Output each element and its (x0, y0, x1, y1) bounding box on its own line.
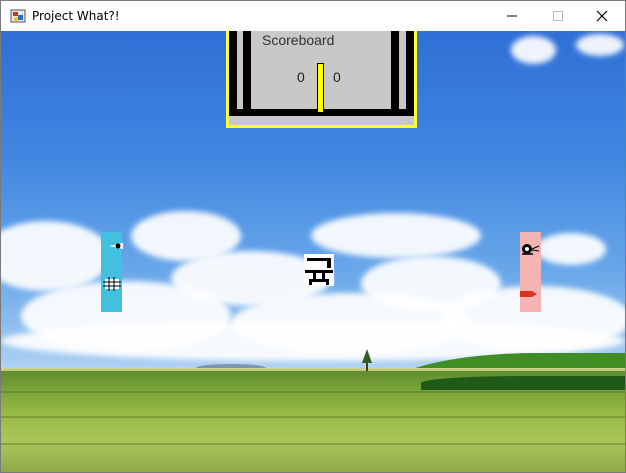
window-title: Project What?! (32, 9, 120, 23)
maximize-icon (553, 11, 563, 21)
close-button[interactable] (579, 1, 625, 31)
flag-icon (520, 291, 537, 297)
eye-icon (109, 243, 123, 249)
close-icon (596, 10, 608, 22)
cloud (311, 213, 481, 258)
crosshair-icon (103, 277, 121, 291)
scoreboard-wall-inner-left (243, 31, 251, 115)
ball (304, 254, 334, 286)
tree-icon (362, 349, 372, 371)
hill-shadow (421, 376, 625, 390)
minimize-icon (507, 15, 517, 17)
cloud (1, 221, 111, 291)
scoreboard-panel: Scoreboard 0 0 (229, 31, 414, 125)
minimize-button[interactable] (489, 1, 535, 31)
grass-streak (1, 443, 625, 445)
left-paddle (101, 232, 123, 312)
maximize-button[interactable] (535, 1, 581, 31)
cloud (536, 233, 606, 265)
grass-streak (1, 391, 625, 393)
left-score: 0 (297, 69, 305, 85)
grass-streak (1, 416, 625, 418)
scoreboard-wall-inner-right (391, 31, 399, 115)
game-window: Project What?! Scoreboard 0 0 (0, 0, 626, 473)
cloud (576, 34, 624, 56)
scoreboard: Scoreboard 0 0 (226, 31, 417, 128)
right-paddle (520, 232, 541, 312)
scoreboard-label: Scoreboard (262, 32, 335, 48)
eye-icon (522, 244, 540, 255)
scoreboard-wall-right (406, 31, 414, 115)
app-icon (10, 9, 26, 23)
scoreboard-wall-left (229, 31, 237, 115)
ball-sprite (305, 258, 333, 285)
title-bar[interactable]: Project What?! (1, 1, 625, 31)
cloud (511, 36, 556, 64)
center-line (317, 63, 324, 113)
right-score: 0 (333, 69, 341, 85)
game-canvas[interactable]: Scoreboard 0 0 (1, 31, 625, 472)
